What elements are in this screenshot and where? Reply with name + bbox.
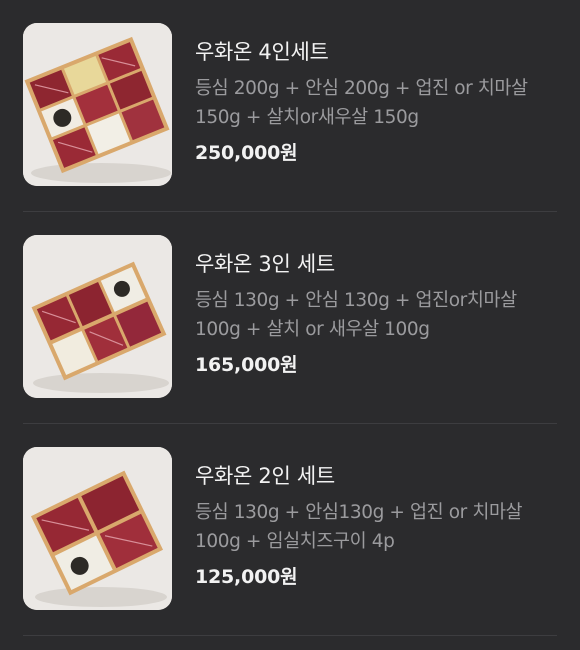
meat-box-image — [23, 235, 172, 398]
menu-item-description: 등심 200g + 안심 200g + 업진 or 치마살 150g + 살치o… — [195, 78, 528, 128]
menu-item-4-person-set[interactable]: 우화온 4인세트 등심 200g + 안심 200g + 업진 or 치마살 1… — [0, 0, 580, 212]
menu-item-price: 125,000원 — [195, 566, 298, 588]
meat-box-image — [23, 23, 172, 186]
menu-item-info: 우화온 4인세트 등심 200g + 안심 200g + 업진 or 치마살 1… — [195, 38, 555, 166]
menu-item-price: 250,000원 — [195, 142, 298, 164]
menu-item-price: 165,000원 — [195, 354, 298, 376]
menu-item-description: 등심 130g + 안심130g + 업진 or 치마살 100g + 임실치즈… — [195, 502, 523, 552]
meat-box-image — [23, 447, 172, 610]
menu-item-title: 우화온 2인 세트 — [195, 464, 335, 488]
menu-item-image[interactable] — [23, 23, 172, 186]
menu-item-image[interactable] — [23, 447, 172, 610]
menu-item-image[interactable] — [23, 235, 172, 398]
menu-item-info: 우화온 2인 세트 등심 130g + 안심130g + 업진 or 치마살 1… — [195, 462, 555, 590]
menu-list: 우화온 4인세트 등심 200g + 안심 200g + 업진 or 치마살 1… — [0, 0, 580, 650]
divider — [23, 635, 557, 636]
menu-item-description: 등심 130g + 안심 130g + 업진or치마살 100g + 살치 or… — [195, 290, 517, 340]
menu-item-2-person-set[interactable]: 우화온 2인 세트 등심 130g + 안심130g + 업진 or 치마살 1… — [0, 424, 580, 636]
menu-item-info: 우화온 3인 세트 등심 130g + 안심 130g + 업진or치마살 10… — [195, 250, 555, 378]
menu-item-title: 우화온 3인 세트 — [195, 252, 335, 276]
menu-item-title: 우화온 4인세트 — [195, 40, 329, 64]
menu-item-3-person-set[interactable]: 우화온 3인 세트 등심 130g + 안심 130g + 업진or치마살 10… — [0, 212, 580, 424]
